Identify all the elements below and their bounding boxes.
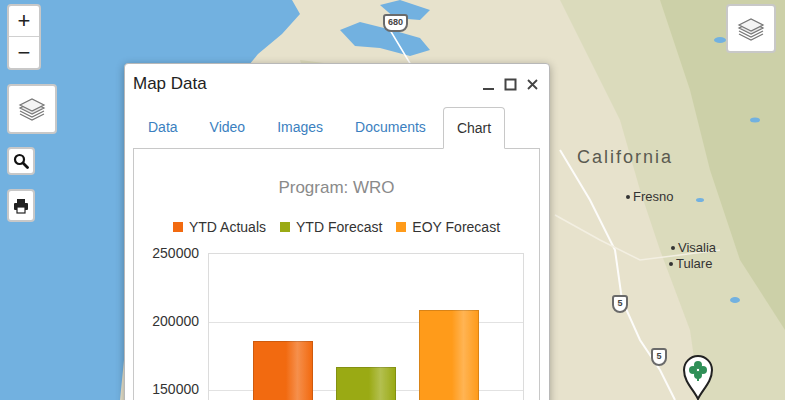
tab-label: Video <box>210 117 246 138</box>
highway-shield: 680 <box>383 14 408 32</box>
tab[interactable]: Video <box>195 106 261 148</box>
tab[interactable]: Chart <box>443 107 505 149</box>
layers-button[interactable] <box>726 4 776 53</box>
zoom-in-button[interactable]: + <box>9 6 39 37</box>
window-controls <box>482 78 539 91</box>
print-icon <box>13 198 29 214</box>
title-bar[interactable]: Map Data <box>125 64 549 102</box>
place-name: Tulare <box>676 256 712 272</box>
chart-bar[interactable] <box>253 341 313 400</box>
zoom-control: +− <box>7 4 41 70</box>
minimize-icon[interactable] <box>482 78 495 91</box>
tab-label: Data <box>148 117 178 138</box>
y-tick-label: 150000 <box>152 380 199 398</box>
place-label[interactable]: Fresno <box>626 189 673 205</box>
y-tick-label: 250000 <box>152 244 199 262</box>
place-dot <box>669 262 673 266</box>
y-axis: 250000200000150000 <box>134 253 208 400</box>
place-dot <box>671 246 675 250</box>
place-label[interactable]: Tulare <box>669 256 712 272</box>
legend-item[interactable]: YTD Actuals <box>173 217 266 237</box>
map-pin-icon[interactable] <box>682 354 714 400</box>
chart-title: Program: WRO <box>134 149 539 200</box>
search-button[interactable] <box>7 147 35 175</box>
chart-area: 250000200000150000 <box>134 253 539 400</box>
layers-button[interactable] <box>7 84 57 134</box>
search-icon <box>13 153 29 169</box>
place-name: Fresno <box>633 189 673 205</box>
legend-label: YTD Actuals <box>189 217 266 237</box>
highway-shield: 5 <box>612 295 628 313</box>
plot-area <box>208 253 524 400</box>
tab-label: Chart <box>457 118 491 139</box>
maximize-icon[interactable] <box>504 78 517 91</box>
legend-swatch <box>173 222 183 232</box>
window-title: Map Data <box>133 72 482 96</box>
legend-swatch <box>396 222 406 232</box>
legend-label: EOY Forecast <box>412 217 500 237</box>
chart-bar[interactable] <box>419 310 479 400</box>
layers-icon <box>17 94 47 124</box>
legend-item[interactable]: YTD Forecast <box>280 217 382 237</box>
place-dot <box>626 195 630 199</box>
print-button[interactable] <box>7 189 35 222</box>
tab[interactable]: Images <box>262 106 338 148</box>
chart-legend: YTD Actuals YTD Forecast EOY Forecast <box>134 217 539 237</box>
tab[interactable]: Data <box>133 106 193 148</box>
tab-label: Images <box>277 117 323 138</box>
highway-shield: 5 <box>651 348 667 366</box>
place-label[interactable]: Visalia <box>671 240 716 256</box>
place-name: Visalia <box>678 240 716 256</box>
legend-label: YTD Forecast <box>296 217 382 237</box>
tab-bar: Data Video Images Documents Chart <box>125 106 549 148</box>
zoom-out-button[interactable]: − <box>9 37 39 68</box>
region-label: California <box>577 145 673 169</box>
layers-icon <box>736 14 766 44</box>
close-icon[interactable] <box>526 78 539 91</box>
legend-swatch <box>280 222 290 232</box>
tab[interactable]: Documents <box>340 106 441 148</box>
y-tick-label: 200000 <box>152 312 199 330</box>
tab-label: Documents <box>355 117 426 138</box>
legend-item[interactable]: EOY Forecast <box>396 217 500 237</box>
chart-panel: Program: WRO YTD Actuals YTD Forecast EOY F… <box>133 148 540 400</box>
chart-bar[interactable] <box>336 367 396 400</box>
map-data-window[interactable]: Map Data Data Video Images Documents Chart Pro… <box>124 63 550 400</box>
